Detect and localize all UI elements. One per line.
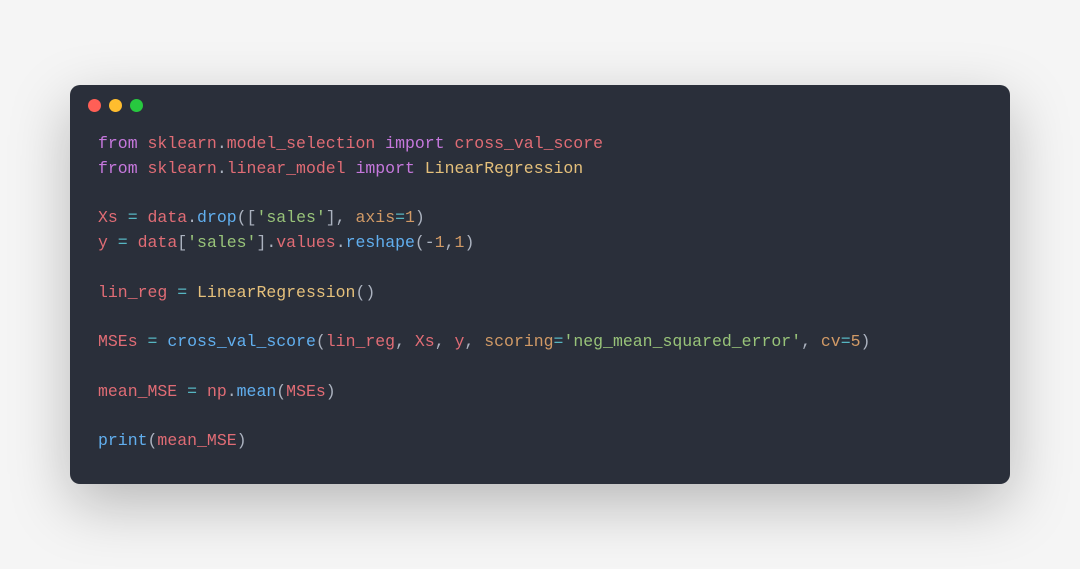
code-token: cv	[821, 332, 841, 351]
code-line: from sklearn.model_selection import cros…	[98, 132, 982, 157]
code-token: np	[207, 382, 227, 401]
code-line: print(mean_MSE)	[98, 429, 982, 454]
code-token: =	[138, 332, 168, 351]
code-token: model_selection	[227, 134, 376, 153]
code-token: =	[118, 208, 148, 227]
code-token: =	[177, 382, 207, 401]
code-token: (	[316, 332, 326, 351]
code-token: MSEs	[286, 382, 326, 401]
code-token: (-	[415, 233, 435, 252]
code-token: 'sales'	[256, 208, 325, 227]
code-line: MSEs = cross_val_score(lin_reg, Xs, y, s…	[98, 330, 982, 355]
code-token: ,	[435, 332, 455, 351]
code-token: =	[108, 233, 138, 252]
code-token: LinearRegression	[197, 283, 355, 302]
code-token: =	[395, 208, 405, 227]
code-window: from sklearn.model_selection import cros…	[70, 85, 1010, 484]
code-token: mean_MSE	[157, 431, 236, 450]
code-token: )	[464, 233, 474, 252]
code-token: MSEs	[98, 332, 138, 351]
code-token: values	[276, 233, 335, 252]
code-token: from	[98, 134, 148, 153]
code-token: .	[187, 208, 197, 227]
code-token: =	[841, 332, 851, 351]
code-token: cross_val_score	[167, 332, 316, 351]
code-token: [	[177, 233, 187, 252]
code-line: from sklearn.linear_model import LinearR…	[98, 157, 982, 182]
code-token: scoring	[484, 332, 553, 351]
code-token: 'neg_mean_squared_error'	[563, 332, 801, 351]
code-token: 1	[455, 233, 465, 252]
code-token: )	[415, 208, 425, 227]
code-token: ,	[801, 332, 821, 351]
code-token: .	[227, 382, 237, 401]
code-token: .	[336, 233, 346, 252]
code-token: lin_reg	[326, 332, 395, 351]
code-token: y	[98, 233, 108, 252]
code-token: data	[148, 208, 188, 227]
code-line: y = data['sales'].values.reshape(-1,1)	[98, 231, 982, 256]
minimize-icon[interactable]	[109, 99, 122, 112]
close-icon[interactable]	[88, 99, 101, 112]
code-token: =	[167, 283, 197, 302]
code-block: from sklearn.model_selection import cros…	[70, 112, 1010, 484]
code-token: ,	[445, 233, 455, 252]
code-token: (	[276, 382, 286, 401]
code-line: Xs = data.drop(['sales'], axis=1)	[98, 206, 982, 231]
code-token: import	[375, 134, 454, 153]
code-token: )	[237, 431, 247, 450]
code-token: linear_model	[227, 159, 346, 178]
code-token: )	[326, 382, 336, 401]
code-token: ,	[464, 332, 484, 351]
code-token: print	[98, 431, 148, 450]
code-token: Xs	[415, 332, 435, 351]
code-token: ,	[395, 332, 415, 351]
code-token: Xs	[98, 208, 118, 227]
code-token: .	[266, 233, 276, 252]
code-token: data	[138, 233, 178, 252]
code-line	[98, 256, 982, 281]
code-token: from	[98, 159, 148, 178]
code-token: .	[217, 134, 227, 153]
code-token: 5	[851, 332, 861, 351]
code-token: ()	[355, 283, 375, 302]
code-token: mean_MSE	[98, 382, 177, 401]
code-line	[98, 404, 982, 429]
code-token: drop	[197, 208, 237, 227]
code-token: axis	[356, 208, 396, 227]
code-token: LinearRegression	[425, 159, 583, 178]
code-line	[98, 305, 982, 330]
code-token: y	[455, 332, 465, 351]
code-token: =	[554, 332, 564, 351]
code-token: .	[217, 159, 227, 178]
code-token: mean	[237, 382, 277, 401]
code-token: ],	[326, 208, 356, 227]
code-token: 'sales'	[187, 233, 256, 252]
window-titlebar	[70, 85, 1010, 112]
code-token: ]	[256, 233, 266, 252]
code-token: sklearn	[148, 159, 217, 178]
code-token: sklearn	[148, 134, 217, 153]
code-line: lin_reg = LinearRegression()	[98, 281, 982, 306]
maximize-icon[interactable]	[130, 99, 143, 112]
code-token: (	[148, 431, 158, 450]
code-line	[98, 355, 982, 380]
code-token: 1	[435, 233, 445, 252]
code-token: lin_reg	[98, 283, 167, 302]
code-token: )	[861, 332, 871, 351]
code-token: 1	[405, 208, 415, 227]
code-token: reshape	[346, 233, 415, 252]
code-token: cross_val_score	[454, 134, 603, 153]
code-token: ([	[237, 208, 257, 227]
code-line: mean_MSE = np.mean(MSEs)	[98, 380, 982, 405]
code-line	[98, 182, 982, 207]
code-token: import	[346, 159, 425, 178]
